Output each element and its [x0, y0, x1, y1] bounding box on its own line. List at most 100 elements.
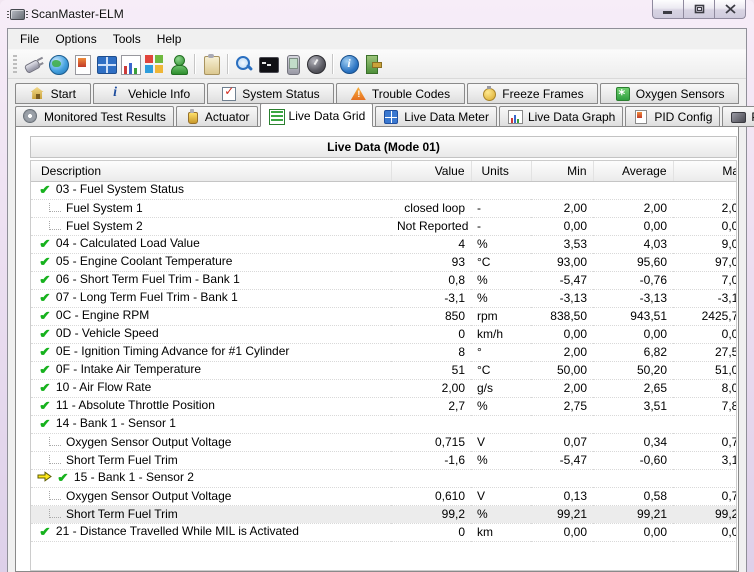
gear-icon — [23, 110, 39, 123]
table-row[interactable]: ✔21 - Distance Travelled While MIL is Ac… — [31, 523, 737, 541]
tree-connector-icon — [49, 455, 61, 464]
cell-units — [471, 415, 531, 433]
web-icon[interactable] — [47, 53, 69, 75]
table-row[interactable]: ✔07 - Long Term Fuel Trim - Bank 1-3,1%-… — [31, 289, 737, 307]
column-header-units[interactable]: Units — [471, 161, 531, 181]
cell-value — [391, 469, 471, 487]
table-row[interactable]: Short Term Fuel Trim99,2%99,2199,2199,21 — [31, 505, 737, 523]
tree-connector-icon — [49, 491, 61, 500]
tab-live-data-graph[interactable]: Live Data Graph — [499, 106, 623, 127]
column-header-average[interactable]: Average — [593, 161, 673, 181]
table-row[interactable]: Oxygen Sensor Output Voltage0,610V0,130,… — [31, 487, 737, 505]
exit-icon[interactable] — [362, 53, 384, 75]
minimize-button[interactable] — [652, 0, 684, 19]
tab-monitored-test-results[interactable]: Monitored Test Results — [15, 106, 174, 127]
cell-description: ✔04 - Calculated Load Value — [31, 235, 391, 253]
clipboard-icon[interactable] — [200, 53, 222, 75]
row-description: Short Term Fuel Trim — [66, 453, 178, 467]
table-row[interactable]: ✔06 - Short Term Fuel Trim - Bank 10,8%-… — [31, 271, 737, 289]
cell-units: - — [471, 199, 531, 217]
tab-pid-config[interactable]: PID Config — [625, 106, 720, 127]
toolbar-grip[interactable] — [13, 55, 17, 73]
tab-start[interactable]: Start — [15, 83, 91, 104]
table-row[interactable]: Oxygen Sensor Output Voltage0,715V0,070,… — [31, 433, 737, 451]
cell-units: rpm — [471, 307, 531, 325]
tab-live-data-grid[interactable]: Live Data Grid — [260, 103, 374, 127]
table-row[interactable]: Fuel System 1closed loop-2,002,002,00 — [31, 199, 737, 217]
windows-icon[interactable] — [143, 53, 165, 75]
menu-tools[interactable]: Tools — [105, 30, 149, 48]
connect-icon[interactable] — [23, 53, 45, 75]
cell-description: Short Term Fuel Trim — [31, 451, 391, 469]
tab-trouble-codes[interactable]: Trouble Codes — [336, 83, 464, 104]
menu-help[interactable]: Help — [149, 30, 190, 48]
terminal-icon[interactable] — [257, 53, 279, 75]
tab-oxygen-sensors[interactable]: Oxygen Sensors — [600, 83, 739, 104]
tab-live-data-meter[interactable]: Live Data Meter — [375, 106, 497, 127]
cell-max — [673, 415, 737, 433]
cell-units: % — [471, 505, 531, 523]
menu-options[interactable]: Options — [47, 30, 104, 48]
cell-max: 0,00 — [673, 523, 737, 541]
ok-check-icon: ✔ — [39, 327, 50, 342]
table-row[interactable]: ✔0C - Engine RPM850rpm838,50943,512425,7… — [31, 307, 737, 325]
ok-check-icon: ✔ — [39, 525, 50, 540]
actuator-icon — [184, 110, 200, 123]
gauge-icon[interactable] — [305, 53, 327, 75]
maximize-button[interactable] — [683, 0, 715, 19]
table-row[interactable]: ✔15 - Bank 1 - Sensor 2 — [31, 469, 737, 487]
cell-min: 0,00 — [531, 325, 593, 343]
info-icon[interactable] — [338, 53, 360, 75]
cell-avg: -0,76 — [593, 271, 673, 289]
chart-icon[interactable] — [119, 53, 141, 75]
column-header-value[interactable]: Value — [391, 161, 471, 181]
graph-icon — [507, 110, 523, 123]
cell-min — [531, 469, 593, 487]
cell-max: 2425,75 — [673, 307, 737, 325]
cell-avg — [593, 415, 673, 433]
ok-check-icon: ✔ — [39, 345, 50, 360]
table-row[interactable]: ✔0E - Ignition Timing Advance for #1 Cyl… — [31, 343, 737, 361]
tab-freeze-frames[interactable]: Freeze Frames — [467, 83, 599, 104]
grid-icon[interactable] — [95, 53, 117, 75]
table-row[interactable]: ✔0D - Vehicle Speed0km/h0,000,000,00 — [31, 325, 737, 343]
ok-check-icon: ✔ — [39, 273, 50, 288]
cell-avg: 0,58 — [593, 487, 673, 505]
tree-connector-icon — [49, 203, 61, 212]
menu-file[interactable]: File — [12, 30, 47, 48]
tab-system-status[interactable]: System Status — [207, 83, 335, 104]
client-area: FileOptionsToolsHelp StartVehicle Info Sy… — [7, 28, 747, 572]
table-row[interactable]: Fuel System 2Not Reported-0,000,000,00 — [31, 217, 737, 235]
tab-actuator[interactable]: Actuator — [176, 106, 258, 127]
cell-min: 99,21 — [531, 505, 593, 523]
report-icon[interactable] — [71, 53, 93, 75]
cell-min: 93,00 — [531, 253, 593, 271]
tab-vehicle-info[interactable]: Vehicle Info — [93, 83, 205, 104]
table-row[interactable]: ✔11 - Absolute Throttle Position2,7%2,75… — [31, 397, 737, 415]
live-data-grid[interactable]: DescriptionValueUnitsMinAverageMax ✔03 -… — [30, 160, 737, 571]
tab-power[interactable]: Power — [722, 106, 754, 127]
device-icon[interactable] — [281, 53, 303, 75]
table-row[interactable]: ✔0F - Intake Air Temperature51°C50,0050,… — [31, 361, 737, 379]
table-row[interactable]: Short Term Fuel Trim-1,6%-5,47-0,603,12 — [31, 451, 737, 469]
column-header-description[interactable]: Description — [31, 161, 391, 181]
column-header-min[interactable]: Min — [531, 161, 593, 181]
table-row[interactable]: ✔10 - Air Flow Rate2,00g/s2,002,658,00 — [31, 379, 737, 397]
tab-label: Trouble Codes — [372, 86, 450, 101]
search-icon[interactable] — [233, 53, 255, 75]
cell-value: 99,2 — [391, 505, 471, 523]
tab-label: Actuator — [205, 109, 250, 124]
table-row[interactable]: ✔14 - Bank 1 - Sensor 1 — [31, 415, 737, 433]
table-row[interactable]: ✔05 - Engine Coolant Temperature93°C93,0… — [31, 253, 737, 271]
tab-label: System Status — [242, 86, 319, 101]
close-button[interactable] — [714, 0, 746, 19]
ok-check-icon: ✔ — [39, 417, 50, 432]
user-icon[interactable] — [167, 53, 189, 75]
ok-check-icon: ✔ — [39, 399, 50, 414]
table-row[interactable]: ✔03 - Fuel System Status — [31, 181, 737, 199]
table-row[interactable]: ✔04 - Calculated Load Value4%3,534,039,0… — [31, 235, 737, 253]
column-header-max[interactable]: Max — [673, 161, 737, 181]
cell-min: -5,47 — [531, 271, 593, 289]
titlebar[interactable]: ScanMaster-ELM — [0, 0, 754, 28]
cell-value: 0,715 — [391, 433, 471, 451]
